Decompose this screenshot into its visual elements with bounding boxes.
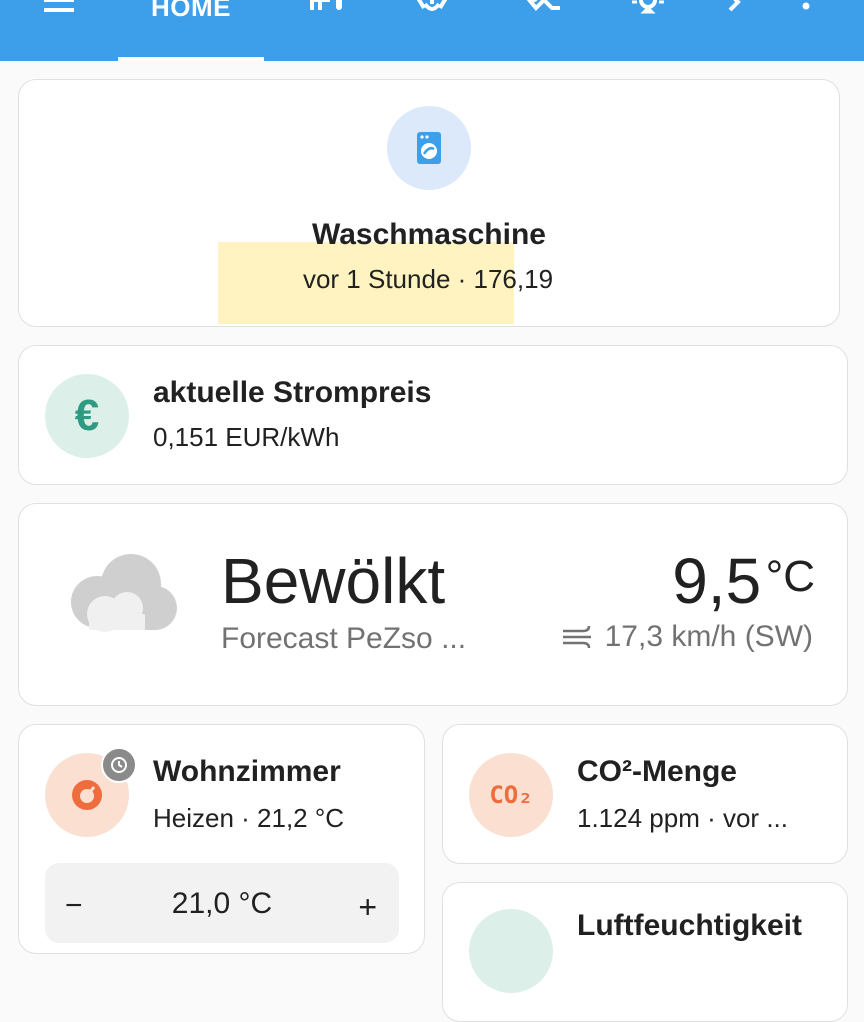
thermostat-state: Heizen · 21,2 °C: [153, 803, 345, 833]
water-percent-icon: [469, 909, 553, 993]
ceiling-light-icon[interactable]: [624, 0, 672, 30]
co2-name: CO²-Menge: [577, 755, 737, 788]
washer-state: vor 1 Stunde · 176,19: [302, 264, 554, 294]
tab-home-label: HOME: [151, 0, 231, 22]
electricity-price-card[interactable]: € aktuelle Strompreis 0,151 EUR/kWh: [18, 345, 848, 485]
wind-icon: [561, 622, 595, 652]
temperature-value: 9,5: [672, 545, 762, 617]
humidity-card[interactable]: Luftfeuchtigkeit: [442, 882, 848, 1022]
washing-machine-icon: [387, 106, 471, 190]
co2-glyph: CO₂: [489, 781, 533, 809]
weather-wind: 17,3 km/h (SW): [561, 620, 813, 654]
currency-eur-icon: €: [45, 374, 129, 458]
thermostat-name: Wohnzimmer: [153, 755, 341, 788]
tab-home[interactable]: HOME: [118, 0, 264, 61]
weather-source: Forecast PeZso ...: [221, 622, 467, 655]
more-vert-icon[interactable]: [782, 0, 830, 30]
cloudy-icon: [61, 550, 179, 634]
weather-condition: Bewölkt: [221, 545, 446, 617]
temperature-unit: °C: [765, 552, 815, 601]
price-state: 0,151 EUR/kWh: [153, 422, 340, 452]
top-app-bar: HOME: [0, 0, 864, 61]
euro-glyph: €: [74, 391, 100, 440]
increase-button[interactable]: +: [358, 889, 377, 926]
menu-icon[interactable]: [35, 0, 83, 30]
weather-card[interactable]: Bewölkt Forecast PeZso ... 9,5 °C 17,3 k…: [18, 503, 848, 706]
chevron-right-icon[interactable]: [710, 0, 758, 30]
washer-name: Waschmaschine: [312, 218, 546, 251]
target-temperature-control: − 21,0 °C +: [45, 863, 399, 943]
floorplan-icon[interactable]: [302, 0, 350, 30]
target-temperature: 21,0 °C: [171, 887, 273, 920]
humidity-name: Luftfeuchtigkeit: [577, 909, 802, 942]
robot-vacuum-icon[interactable]: [518, 0, 566, 30]
molecule-co2-icon: CO₂: [469, 753, 553, 837]
active-tab-indicator: [118, 57, 264, 61]
lightbulb-icon[interactable]: [408, 0, 456, 30]
price-name: aktuelle Strompreis: [153, 376, 432, 409]
co2-state: 1.124 ppm · vor ...: [577, 803, 788, 833]
thermostat-card[interactable]: Wohnzimmer Heizen · 21,2 °C − 21,0 °C +: [18, 724, 425, 954]
timer-badge-icon: [101, 747, 137, 783]
co2-card[interactable]: CO₂ CO²-Menge 1.124 ppm · vor ...: [442, 724, 848, 864]
wind-value: 17,3 km/h (SW): [604, 620, 813, 653]
weather-temperature: 9,5 °C: [672, 544, 815, 618]
